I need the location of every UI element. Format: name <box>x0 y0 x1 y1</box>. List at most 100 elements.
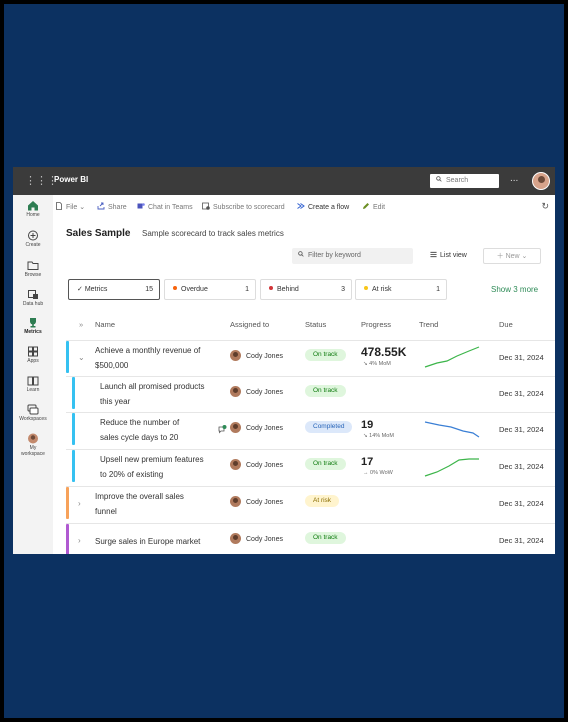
pill-label: Overdue <box>181 286 208 293</box>
assignee: Cody Jones <box>230 459 283 470</box>
pill-at-risk[interactable]: At risk 1 <box>355 279 447 300</box>
column-due[interactable]: Due <box>499 320 513 329</box>
new-button[interactable]: ＋ New ⌄ <box>483 248 541 264</box>
more-options-icon[interactable]: ... <box>510 173 518 184</box>
chevron-down-icon[interactable]: ⌄ <box>78 353 85 362</box>
avatar <box>230 496 241 507</box>
column-progress[interactable]: Progress <box>361 320 391 329</box>
edit-button[interactable]: Edit <box>362 202 385 211</box>
pill-behind[interactable]: Behind 3 <box>260 279 352 300</box>
power-bi-window: ⋮⋮⋮ Power BI Search ... Home Create Brow… <box>13 167 555 554</box>
rail-item-metrics[interactable]: Metrics <box>13 317 53 335</box>
apps-icon <box>28 346 38 357</box>
create-flow-button[interactable]: Create a flow <box>297 202 349 211</box>
due-date: Dec 31, 2024 <box>499 462 544 471</box>
avatar <box>230 350 241 361</box>
progress-change: ↘ 14% MoM <box>363 433 394 439</box>
rail-item-data-hub[interactable]: Data hub <box>13 289 53 307</box>
list-view-button[interactable]: List view <box>430 251 467 259</box>
column-name[interactable]: Name <box>95 320 115 329</box>
subscribe-icon <box>202 202 210 210</box>
pill-label: Behind <box>277 286 299 293</box>
app-launcher-icon[interactable]: ⋮⋮⋮ <box>25 175 58 187</box>
row-name[interactable]: Upsell new premium features to 20% of ex… <box>100 452 212 482</box>
row-name[interactable]: Launch all promised products this year <box>100 379 212 409</box>
refresh-icon[interactable]: ↻ <box>541 201 549 212</box>
home-icon <box>28 201 38 211</box>
status-badge: On track <box>305 349 346 361</box>
data-hub-icon <box>28 290 38 299</box>
trend-sparkline <box>424 346 480 368</box>
status-badge: On track <box>305 385 346 397</box>
chevron-right-icon[interactable]: › <box>78 536 81 545</box>
pencil-icon <box>363 203 369 209</box>
column-assigned[interactable]: Assigned to <box>230 320 269 329</box>
subscribe-button[interactable]: Subscribe to scorecard <box>202 202 285 211</box>
table-row[interactable]: Launch all promised products this year C… <box>66 376 555 411</box>
search-icon <box>298 251 304 257</box>
flow-icon <box>297 203 305 209</box>
list-icon <box>430 251 437 258</box>
progress-change: → 0% WoW <box>363 470 393 476</box>
assignee-name: Cody Jones <box>246 425 283 432</box>
table-row[interactable]: › Surge sales in Europe market Cody Jone… <box>66 523 555 554</box>
user-avatar[interactable] <box>532 172 550 190</box>
brand-name[interactable]: Power BI <box>54 175 88 184</box>
rail-label: Learn <box>26 387 40 393</box>
pill-count: 1 <box>436 286 440 293</box>
pill-count: 3 <box>341 286 345 293</box>
behind-dot <box>269 286 273 290</box>
pill-overdue[interactable]: Overdue 1 <box>164 279 256 300</box>
assignee: Cody Jones <box>230 422 283 433</box>
table-row[interactable]: Upsell new premium features to 20% of ex… <box>66 449 555 484</box>
trend-sparkline <box>424 458 479 477</box>
row-name[interactable]: Improve the overall sales funnel <box>95 489 207 519</box>
rail-item-browse[interactable]: Browse <box>13 260 53 278</box>
chevron-right-icon[interactable]: › <box>78 499 81 508</box>
search-box[interactable]: Search <box>430 174 499 188</box>
edit-label: Edit <box>373 204 386 211</box>
row-name[interactable]: Reduce the number of sales cycle days to… <box>100 415 200 445</box>
table-row[interactable]: Reduce the number of sales cycle days to… <box>66 412 555 447</box>
rail-item-home[interactable]: Home <box>13 200 53 218</box>
pill-count: 1 <box>245 286 249 293</box>
share-label: Share <box>108 204 127 211</box>
progress-value: 17 <box>361 456 374 468</box>
column-status[interactable]: Status <box>305 320 326 329</box>
rail-item-workspaces[interactable]: Workspaces <box>13 404 53 422</box>
due-date: Dec 31, 2024 <box>499 389 544 398</box>
rail-item-my-workspace[interactable]: My workspace <box>13 433 53 457</box>
rail-item-learn[interactable]: Learn <box>13 375 53 393</box>
table-row[interactable]: › Improve the overall sales funnel Cody … <box>66 486 555 521</box>
progress-value: 478.55K <box>361 345 407 359</box>
table-row[interactable]: ⌄ Achieve a monthly revenue of $500,000 … <box>66 340 555 375</box>
filter-input[interactable]: Filter by keyword <box>292 248 413 264</box>
status-badge: On track <box>305 532 346 544</box>
pill-label: At risk <box>372 286 392 293</box>
expand-all-icon[interactable]: » <box>79 320 83 329</box>
status-badge: Completed <box>305 421 353 433</box>
row-color-bar <box>72 413 75 445</box>
list-view-label: List view <box>440 252 467 259</box>
comment-icon[interactable] <box>218 425 227 434</box>
rail-item-create[interactable]: Create <box>13 230 53 248</box>
file-menu[interactable]: File ⌄ <box>55 202 85 211</box>
row-color-bar <box>72 450 75 482</box>
show-more-link[interactable]: Show 3 more <box>491 285 538 294</box>
rail-item-apps[interactable]: Apps <box>13 346 53 364</box>
search-icon <box>436 176 442 182</box>
book-icon <box>27 376 39 386</box>
avatar <box>230 422 241 433</box>
assignee-name: Cody Jones <box>246 536 283 543</box>
due-date: Dec 31, 2024 <box>499 353 544 362</box>
overdue-dot <box>173 286 177 290</box>
chat-in-teams-button[interactable]: Chat in Teams <box>137 202 193 211</box>
column-trend[interactable]: Trend <box>419 320 438 329</box>
row-name[interactable]: Surge sales in Europe market <box>95 534 245 549</box>
file-label: File <box>66 204 78 211</box>
pill-metrics[interactable]: ✓ Metrics 15 <box>68 279 160 300</box>
share-button[interactable]: Share <box>97 202 127 211</box>
row-name[interactable]: Achieve a monthly revenue of $500,000 <box>95 343 213 373</box>
search-placeholder: Search <box>446 177 469 184</box>
rail-label: Home <box>26 212 40 218</box>
